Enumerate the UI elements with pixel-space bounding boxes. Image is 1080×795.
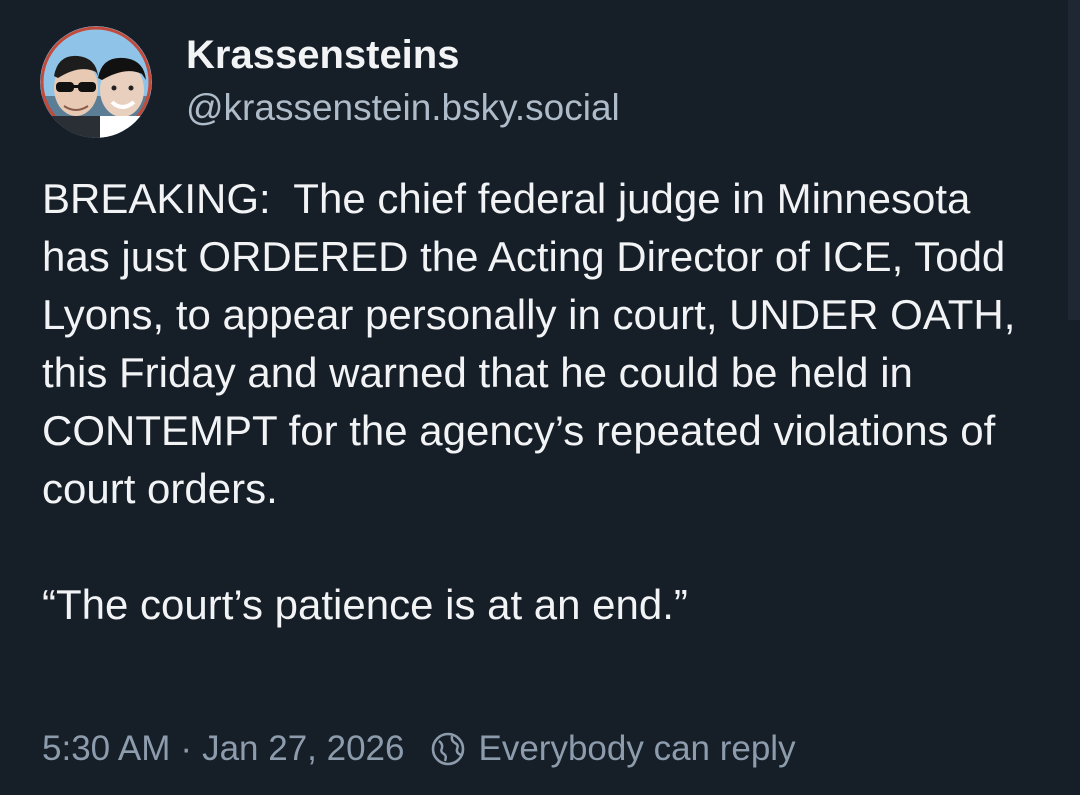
post-date[interactable]: Jan 27, 2026: [202, 725, 404, 773]
author-handle[interactable]: @krassenstein.bsky.social: [186, 84, 620, 132]
post-time[interactable]: 5:30 AM: [42, 725, 170, 773]
post-meta: 5:30 AM · Jan 27, 2026 Everybody can rep…: [42, 725, 796, 773]
post-header: Krassensteins @krassenstein.bsky.social: [40, 26, 620, 138]
avatar-image: [40, 26, 152, 138]
author-display-name[interactable]: Krassensteins: [186, 30, 620, 80]
post-quote: “The court’s patience is at an end.”: [42, 581, 688, 628]
post-paragraph: BREAKING: The chief federal judge in Min…: [42, 175, 1028, 512]
scrollbar[interactable]: [1068, 0, 1080, 320]
reply-setting[interactable]: Everybody can reply: [430, 725, 796, 773]
author-names: Krassensteins @krassenstein.bsky.social: [186, 30, 620, 132]
avatar[interactable]: [40, 26, 152, 138]
globe-icon: [432, 732, 465, 766]
post-text: BREAKING: The chief federal judge in Min…: [42, 170, 1042, 634]
reply-setting-label: Everybody can reply: [478, 729, 796, 768]
meta-separator: ·: [180, 729, 193, 768]
post-screenshot: Krassensteins @krassenstein.bsky.social …: [0, 0, 1080, 795]
